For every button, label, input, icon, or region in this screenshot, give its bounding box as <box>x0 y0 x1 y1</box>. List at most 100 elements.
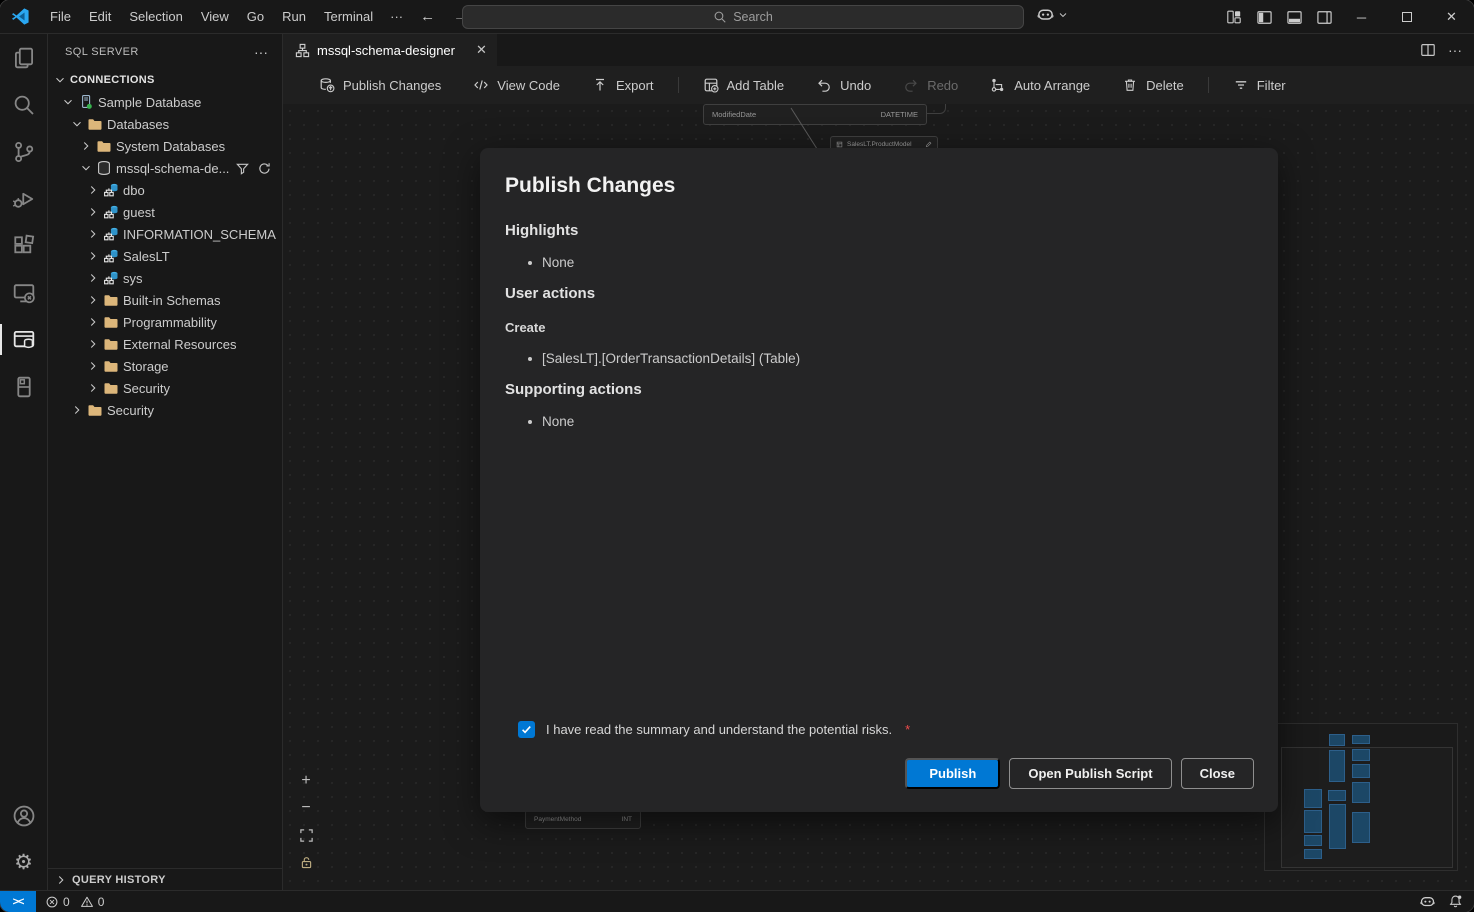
folder-icon <box>101 380 121 396</box>
command-center-search[interactable]: Search <box>462 5 1024 29</box>
menu-terminal[interactable]: Terminal <box>315 5 382 29</box>
maximize-icon <box>1402 12 1412 22</box>
tree-item-saleslt[interactable]: SalesLT <box>48 245 282 267</box>
folder-icon <box>101 336 121 352</box>
remote-explorer-icon <box>12 281 36 305</box>
activity-bar: ⚙ <box>0 34 48 890</box>
toggle-sidebar-button[interactable] <box>1249 4 1279 30</box>
query-history-section[interactable]: QUERY HISTORY <box>48 868 282 890</box>
toggle-panel-button[interactable] <box>1279 4 1309 30</box>
maximize-button[interactable] <box>1384 0 1429 34</box>
risk-acknowledgement-checkbox[interactable] <box>518 721 535 738</box>
sidebar-more-actions-button[interactable]: ··· <box>254 44 268 60</box>
editor-more-actions-button[interactable]: ··· <box>1448 42 1462 58</box>
add-table-button[interactable]: Add Table <box>687 72 801 98</box>
tree-item-storage[interactable]: Storage <box>48 355 282 377</box>
database-projects-icon <box>12 375 36 399</box>
schema-designer-canvas[interactable]: ModifiedDate DATETIME SalesLT.ProductMod… <box>283 104 1474 890</box>
toolbar-separator <box>678 77 679 93</box>
sidebar-item-explorer[interactable] <box>0 34 48 81</box>
filter-icon[interactable] <box>235 161 250 176</box>
customize-layout-button[interactable] <box>1219 4 1249 30</box>
minimap-table-block <box>1352 764 1370 778</box>
chevron-right-icon <box>85 183 101 197</box>
export-button[interactable]: Export <box>576 72 670 98</box>
minimap-table-block <box>1352 782 1370 803</box>
undo-button[interactable]: Undo <box>800 72 887 98</box>
editor-area: mssql-schema-designer ✕ ··· Publish Chan… <box>283 34 1474 890</box>
tab-label: mssql-schema-designer <box>317 43 455 58</box>
sidebar-item-search[interactable] <box>0 81 48 128</box>
highlights-item: None <box>528 255 1278 270</box>
redo-icon <box>903 77 919 93</box>
toggle-panel-icon <box>1286 9 1303 26</box>
tree-item-programmability[interactable]: Programmability <box>48 311 282 333</box>
zoom-in-button[interactable]: + <box>295 770 317 792</box>
lock-button[interactable] <box>295 851 317 873</box>
tree-item-databases[interactable]: Databases <box>48 113 282 135</box>
menu-view[interactable]: View <box>192 5 238 29</box>
sidebar-item-extensions[interactable] <box>0 222 48 269</box>
menu-selection[interactable]: Selection <box>120 5 191 29</box>
tab-close-button[interactable]: ✕ <box>476 42 487 58</box>
tree-item-dbo[interactable]: dbo <box>48 179 282 201</box>
navigate-back-button[interactable]: ← <box>411 8 444 25</box>
menu-run[interactable]: Run <box>273 5 315 29</box>
tree-item-sys[interactable]: sys <box>48 267 282 289</box>
sidebar-item-source-control[interactable] <box>0 128 48 175</box>
minimap-table-block <box>1304 835 1322 846</box>
copilot-status-button[interactable] <box>1419 893 1436 910</box>
minimize-button[interactable]: ─ <box>1339 0 1384 34</box>
column-name: PaymentMethod <box>534 816 581 823</box>
refresh-icon[interactable] <box>257 161 272 176</box>
toggle-secondary-sidebar-button[interactable] <box>1309 4 1339 30</box>
chevron-right-icon <box>85 315 101 329</box>
tree-item-system-databases[interactable]: System Databases <box>48 135 282 157</box>
close-window-button[interactable]: ✕ <box>1429 0 1474 34</box>
remote-indicator[interactable]: >< <box>0 891 36 912</box>
close-dialog-button[interactable]: Close <box>1181 758 1254 789</box>
split-editor-button[interactable] <box>1420 42 1436 58</box>
tree-item-connections[interactable]: CONNECTIONS <box>48 69 282 91</box>
bell-icon[interactable] <box>1448 894 1463 909</box>
tree-item-server-security[interactable]: Security <box>48 399 282 421</box>
sidebar-item-sql-server[interactable] <box>0 316 48 363</box>
sidebar-item-run-debug[interactable] <box>0 175 48 222</box>
open-publish-script-button[interactable]: Open Publish Script <box>1009 758 1171 789</box>
menu-go[interactable]: Go <box>238 5 273 29</box>
tree-item-mssql-schema-db[interactable]: mssql-schema-de... <box>48 157 282 179</box>
problems-status[interactable]: 0 0 <box>36 895 110 909</box>
publish-changes-button[interactable]: Publish Changes <box>303 72 457 98</box>
chevron-right-icon <box>69 403 85 417</box>
redo-button[interactable]: Redo <box>887 72 974 98</box>
settings-button[interactable]: ⚙ <box>0 839 48 886</box>
accounts-button[interactable] <box>0 792 48 839</box>
add-table-icon <box>703 77 719 93</box>
menu-file[interactable]: File <box>41 5 80 29</box>
minimap-table-block <box>1352 735 1370 744</box>
fit-view-button[interactable] <box>295 824 317 846</box>
filter-button[interactable]: Filter <box>1217 72 1302 98</box>
sidebar-item-database-projects[interactable] <box>0 363 48 410</box>
view-code-button[interactable]: View Code <box>457 72 576 98</box>
tree-item-built-in-schemas[interactable]: Built-in Schemas <box>48 289 282 311</box>
menu-edit[interactable]: Edit <box>80 5 120 29</box>
minimap-table-block <box>1328 790 1346 801</box>
search-icon <box>12 93 36 117</box>
delete-button[interactable]: Delete <box>1106 72 1200 98</box>
minimap-table-block <box>1304 849 1322 859</box>
tree-item-security[interactable]: Security <box>48 377 282 399</box>
tree-item-sample-database[interactable]: Sample Database <box>48 91 282 113</box>
zoom-out-button[interactable]: − <box>295 797 317 819</box>
menu-overflow-button[interactable]: ··· <box>382 9 411 24</box>
tree-item-information-schema[interactable]: INFORMATION_SCHEMA <box>48 223 282 245</box>
tree-item-guest[interactable]: guest <box>48 201 282 223</box>
extensions-icon <box>12 234 36 258</box>
canvas-minimap[interactable] <box>1264 723 1458 871</box>
tree-item-external-resources[interactable]: External Resources <box>48 333 282 355</box>
tab-mssql-schema-designer[interactable]: mssql-schema-designer ✕ <box>283 34 497 66</box>
auto-arrange-button[interactable]: Auto Arrange <box>974 72 1106 98</box>
sidebar-item-remote-explorer[interactable] <box>0 269 48 316</box>
publish-button[interactable]: Publish <box>905 758 1000 789</box>
copilot-menu-button[interactable] <box>1036 5 1069 24</box>
